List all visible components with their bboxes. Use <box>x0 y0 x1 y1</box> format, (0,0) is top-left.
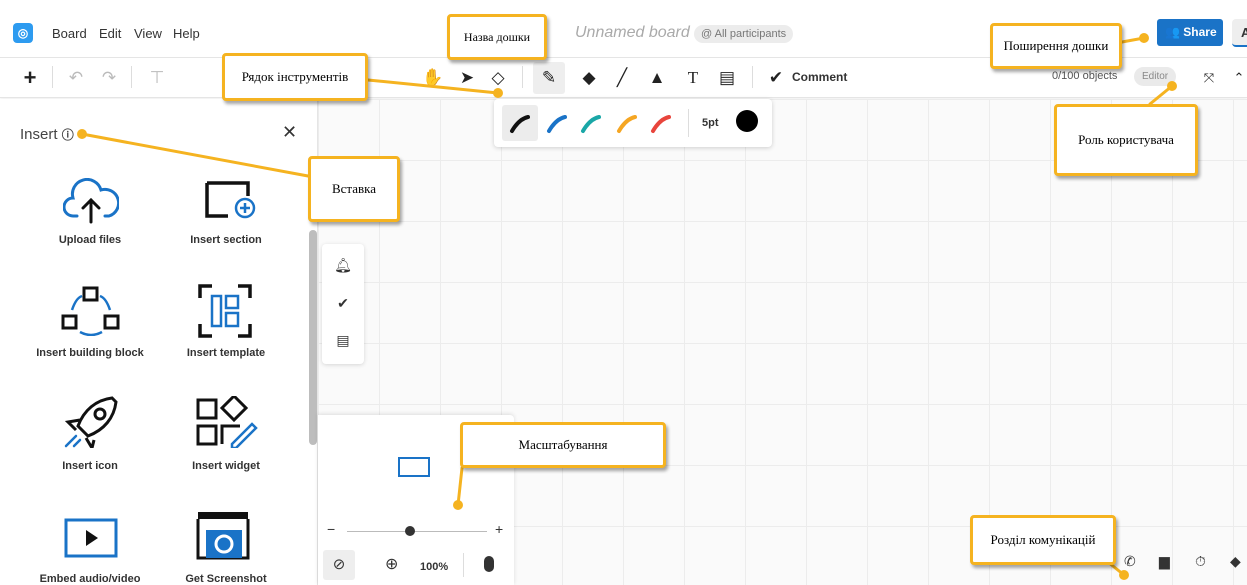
building-block-icon[interactable] <box>60 286 122 336</box>
pen-icon[interactable]: ✎ <box>533 62 565 94</box>
chat-icon[interactable]: ◆ <box>1230 553 1241 570</box>
fullscreen-icon[interactable]: ⤧ <box>1197 66 1221 90</box>
callout-insert: Вставка <box>308 156 400 222</box>
zoom-magnifier-icon[interactable]: ⊕ <box>385 554 398 574</box>
redo-icon[interactable]: ↷ <box>97 66 121 90</box>
object-count: 0/100 objects <box>1052 70 1118 82</box>
pen-color-orange[interactable] <box>612 109 642 139</box>
pen-color-teal[interactable] <box>576 109 606 139</box>
pen-color-picker[interactable] <box>736 110 758 132</box>
mouse-icon[interactable] <box>484 556 494 572</box>
insert-icon-label[interactable]: Insert icon <box>15 460 165 472</box>
upload-files-label[interactable]: Upload files <box>15 234 165 246</box>
callout-zoom: Масштабування <box>460 422 666 468</box>
widget-icon[interactable] <box>196 396 258 448</box>
text-icon[interactable]: T <box>681 66 705 90</box>
insert-section-label[interactable]: Insert section <box>151 234 301 246</box>
info-icon[interactable]: ⓘ <box>62 128 74 142</box>
camera-icon[interactable] <box>196 510 250 560</box>
callout-role: Роль користувача <box>1054 104 1198 176</box>
pen-color-black[interactable] <box>505 109 535 139</box>
pen-color-blue[interactable] <box>542 109 572 139</box>
zoom-slider-knob[interactable] <box>405 526 415 536</box>
sticky-note-icon[interactable]: ▤ <box>715 66 739 90</box>
eraser-icon[interactable]: ◇ <box>486 66 510 90</box>
callout-comms: Розділ комунікацій <box>970 515 1116 565</box>
zoom-in-button[interactable]: + <box>495 521 503 537</box>
callout-board-name: Назва дошки <box>447 14 547 60</box>
pen-size-selector[interactable]: 5pt <box>702 117 719 129</box>
comment-button-label[interactable]: Comment <box>792 70 847 84</box>
compass-icon[interactable]: ⊘ <box>323 550 355 580</box>
participants-badge[interactable]: @ All participants <box>694 25 794 43</box>
menu-board[interactable]: Board <box>52 26 87 41</box>
board-name-input[interactable]: Unnamed board <box>575 24 690 42</box>
plus-icon[interactable]: + <box>18 66 42 90</box>
toolbar-divider <box>131 66 132 88</box>
line-icon[interactable]: ╱ <box>610 66 634 90</box>
callout-share: Поширення дошки <box>990 23 1122 69</box>
insert-panel-scrollbar[interactable] <box>309 230 317 445</box>
cloud-upload-icon[interactable] <box>63 178 119 224</box>
section-add-icon[interactable] <box>204 180 262 220</box>
share-label: Share <box>1183 25 1217 39</box>
share-button[interactable]: 👥 Share <box>1157 19 1223 46</box>
toolbar-divider <box>522 66 523 88</box>
menu-help[interactable]: Help <box>173 26 200 41</box>
bell-icon[interactable]: 🔔︎ <box>333 257 353 274</box>
check-circle-icon[interactable]: ✔ <box>333 295 353 312</box>
phone-icon[interactable]: ✆ <box>1124 553 1136 570</box>
menu-edit[interactable]: Edit <box>99 26 121 41</box>
insert-building-block-label[interactable]: Insert building block <box>15 347 165 359</box>
template-icon[interactable] <box>198 284 252 338</box>
zoom-level[interactable]: 100% <box>420 561 448 573</box>
shapes-icon[interactable]: ▲ <box>645 66 669 90</box>
get-screenshot-label[interactable]: Get Screenshot <box>151 573 301 585</box>
play-icon[interactable] <box>64 518 118 558</box>
insert-panel-title: Insert ⓘ <box>20 126 74 143</box>
callout-toolbar: Рядок інструментів <box>222 53 368 101</box>
app-logo-icon[interactable]: ◎ <box>13 23 33 43</box>
minimap-viewport[interactable] <box>398 457 430 477</box>
pen-color-red[interactable] <box>646 109 676 139</box>
rocket-icon[interactable] <box>62 396 120 448</box>
insert-widget-label[interactable]: Insert widget <box>151 460 301 472</box>
timer-icon[interactable]: ⏱︎ <box>1195 553 1206 570</box>
toolbar-divider <box>752 66 753 88</box>
avatar[interactable]: A <box>1232 19 1247 47</box>
highlighter-icon[interactable]: ◆ <box>577 66 601 90</box>
zoom-slider-track[interactable] <box>347 531 487 532</box>
zoom-divider <box>463 553 464 577</box>
undo-icon[interactable]: ↶ <box>64 66 88 90</box>
toolbar-divider <box>52 66 53 88</box>
role-badge: Editor <box>1134 67 1177 86</box>
comment-icon[interactable]: ✔ <box>764 66 788 90</box>
presentation-icon[interactable]: ▆ <box>1159 553 1170 570</box>
user-add-icon: 👥 <box>1165 25 1180 39</box>
insert-panel <box>0 99 318 585</box>
zoom-out-button[interactable]: − <box>327 521 335 537</box>
list-icon[interactable]: ▤ <box>333 332 353 349</box>
pointer-icon[interactable]: ➤ <box>455 66 479 90</box>
insert-template-label[interactable]: Insert template <box>151 347 301 359</box>
menu-view[interactable]: View <box>134 26 162 41</box>
embed-audio-video-label[interactable]: Embed audio/video <box>15 573 165 585</box>
hand-icon[interactable]: ✋ <box>421 66 445 90</box>
close-icon[interactable]: ✕ <box>282 122 297 143</box>
format-painter-icon[interactable]: ⊤ <box>145 66 169 90</box>
pen-panel-divider <box>688 109 689 137</box>
collapse-toolbar-icon[interactable]: ⌃ <box>1227 66 1247 90</box>
